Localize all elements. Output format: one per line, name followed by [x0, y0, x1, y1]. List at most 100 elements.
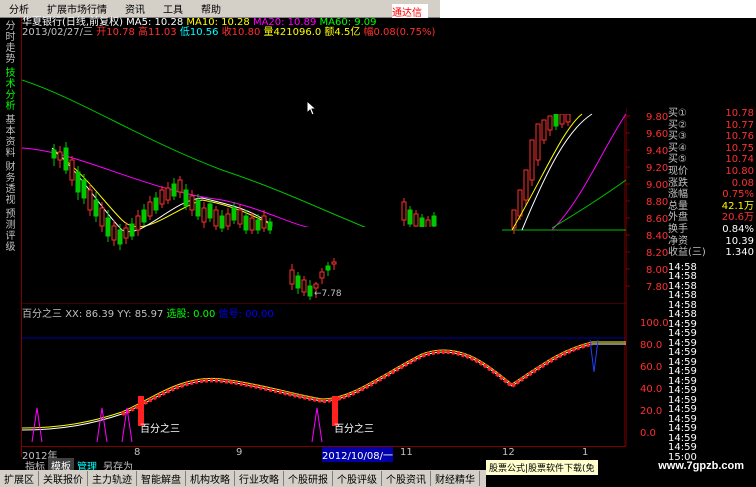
ind-blue-spike	[589, 339, 599, 373]
quote-label: 买④	[668, 142, 687, 154]
quote-label: 现价	[668, 165, 688, 177]
menu-item-3[interactable]: 工具	[154, 1, 192, 16]
quote-label: 买②	[668, 119, 687, 131]
candle-body	[51, 149, 57, 159]
quote-value: 0.08	[731, 177, 754, 189]
quote-label: 收益(三)	[668, 247, 706, 259]
bottom-tab-9[interactable]: 财经精华	[431, 471, 480, 486]
candle-body	[189, 195, 195, 211]
left-tab-1[interactable]: 技术分析	[5, 68, 17, 112]
chart-occluder-top	[292, 40, 626, 114]
candle-body	[289, 269, 295, 285]
candle-body	[413, 213, 419, 227]
price-tick-label: 8.80	[646, 197, 668, 208]
indicator-tick-label: 0.0	[640, 428, 656, 439]
left-tab-4[interactable]: 预测评级	[5, 209, 17, 253]
indicator-tick-label: 20.0	[640, 406, 662, 417]
candle-body	[307, 285, 313, 297]
bottom-tab-5[interactable]: 行业攻略	[235, 471, 284, 486]
candle-body	[511, 209, 517, 229]
indicator-title: 百分之三 XX: 86.39 YY: 85.97 选股: 0.00 信号: 00…	[22, 305, 274, 320]
quote-row: 买⑤ 10.74	[668, 154, 756, 166]
quote-panel: 买① 10.78 买② 10.77 买③ 10.76 买④ 10.75 买⑤ 10.74 现价 10.…	[668, 108, 756, 462]
brand-tag: 通达信	[392, 4, 428, 19]
mouse-cursor-icon	[306, 100, 318, 116]
price-tick-label: 9.20	[646, 163, 668, 174]
menu-bar: 分析 扩展市场行情 资讯 工具 帮助	[0, 0, 440, 18]
ind-label-1: 百分之三	[140, 422, 180, 435]
title-area	[440, 0, 756, 18]
ind-yellow-line	[22, 341, 626, 429]
candle-body	[195, 199, 201, 217]
candle-body	[159, 189, 165, 205]
ind-label-2: 百分之三	[334, 422, 374, 435]
time-axis-label: 9	[236, 447, 243, 458]
bottom-tab-7[interactable]: 个股评级	[333, 471, 382, 486]
candle-body	[523, 169, 529, 201]
low-marker: ←7.78	[314, 289, 342, 299]
bottom-tab-6[interactable]: 个股研报	[284, 471, 333, 486]
candle-body	[517, 189, 523, 217]
candlestick-chart[interactable]: ←7.78	[22, 40, 626, 304]
quote-value: 20.6万	[721, 212, 754, 224]
quote-value: 10.76	[725, 131, 754, 143]
candle-body	[135, 215, 141, 231]
candle-body	[117, 229, 123, 245]
quote-row: 买① 10.78	[668, 108, 756, 120]
candle-body	[425, 219, 431, 229]
bottom-tab-3[interactable]: 智能解盘	[137, 471, 186, 486]
quote-value: 10.74	[725, 154, 754, 166]
price-tick-label: 9.40	[646, 146, 668, 157]
menu-item-4[interactable]: 帮助	[192, 1, 230, 16]
left-tab-3[interactable]: 财务透视	[5, 162, 17, 206]
bottom-tab-1[interactable]: 关联报价	[39, 471, 88, 486]
candle-body	[535, 123, 541, 161]
time-axis-label: 11	[400, 447, 413, 458]
menu-item-2[interactable]: 资讯	[116, 1, 154, 16]
left-tab-0[interactable]: 分时走势	[5, 21, 17, 65]
menu-item-0[interactable]: 分析	[0, 1, 38, 16]
candle-body	[129, 223, 135, 237]
candle-body	[407, 209, 413, 225]
candle-body	[547, 115, 553, 131]
left-tab-2[interactable]: 基本资料	[5, 115, 17, 159]
indicator-tick-label: 80.0	[640, 340, 662, 351]
low-value: 低10.56	[179, 27, 219, 38]
quote-value: 10.39	[725, 235, 754, 247]
bottom-tab-8[interactable]: 个股资讯	[382, 471, 431, 486]
stock-header: 华夏银行(日线,前复权) MA5: 10.28 MA10: 10.28 MA20…	[22, 18, 435, 40]
candle-body	[63, 147, 69, 171]
ind-red-dashes	[121, 342, 593, 416]
price-tick-label: 8.40	[646, 231, 668, 242]
subtab-3[interactable]: 另存为	[100, 458, 136, 473]
quote-label: 涨幅	[668, 189, 688, 201]
bottom-tab-4[interactable]: 机构攻略	[186, 471, 235, 486]
quote-value: 10.75	[725, 142, 754, 154]
candle-body	[559, 113, 565, 125]
quote-row: 涨跌 0.08	[668, 178, 756, 190]
amount-value: 额4.5亿	[324, 27, 361, 38]
subtab-2[interactable]: 管理	[74, 458, 100, 473]
candle-body	[553, 113, 559, 127]
indicator-chart[interactable]: 百分之三 百分之三	[22, 304, 626, 446]
candle-body	[105, 217, 111, 237]
quote-value: 10.78	[725, 108, 754, 119]
promo-text[interactable]: 股票公式|股票软件下载(免	[486, 460, 598, 475]
subtab-1[interactable]: 模板	[48, 458, 74, 473]
candle-body	[261, 215, 267, 229]
quote-row: 买④ 10.75	[668, 143, 756, 155]
quote-value: 0.75%	[722, 189, 754, 201]
quote-label: 外盘	[668, 212, 688, 224]
promo-area: 股票公式|股票软件下载(免 www.7gpzb.com	[486, 460, 756, 487]
bottom-tab-2[interactable]: 主力轨迹	[88, 471, 137, 486]
candle-body	[111, 225, 117, 241]
quote-label: 总量	[668, 200, 688, 212]
volume-value: 量421096.0	[263, 27, 322, 38]
price-tick-label: 8.60	[646, 214, 668, 225]
menu-item-1[interactable]: 扩展市场行情	[38, 1, 116, 16]
quote-label: 净资	[668, 235, 688, 247]
time-axis-label: 1	[582, 447, 589, 458]
bottom-tab-0[interactable]: 扩展区	[0, 471, 39, 486]
quote-row: 现价 10.80	[668, 166, 756, 178]
subtab-0[interactable]: 指标	[22, 458, 48, 473]
